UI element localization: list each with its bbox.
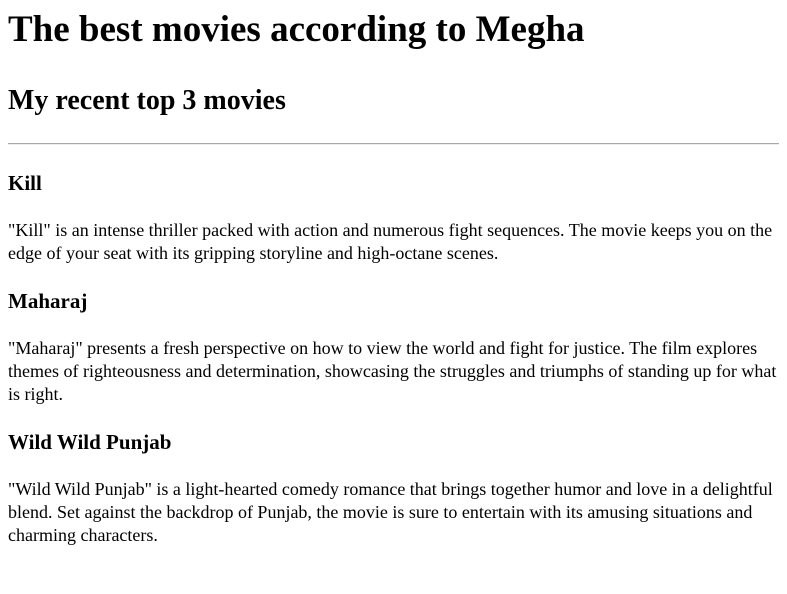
page-subtitle: My recent top 3 movies (8, 85, 286, 116)
page-title: The best movies according to Megha (8, 9, 585, 50)
movie-item-kill: Kill "Kill" is an intense thriller packe… (8, 171, 779, 265)
divider (8, 143, 779, 145)
page-content: The best movies according to Megha My re… (0, 8, 787, 547)
movie-item-maharaj: Maharaj "Maharaj" presents a fresh persp… (8, 289, 779, 406)
movie-item-wild-wild-punjab: Wild Wild Punjab "Wild Wild Punjab" is a… (8, 430, 779, 547)
movie-description: "Wild Wild Punjab" is a light-hearted co… (8, 479, 773, 545)
movie-description: "Maharaj" presents a fresh perspective o… (8, 338, 777, 404)
movie-description: "Kill" is an intense thriller packed wit… (8, 220, 773, 263)
movie-title: Kill (8, 171, 42, 195)
movie-title: Wild Wild Punjab (8, 430, 172, 454)
movie-title: Maharaj (8, 289, 88, 313)
